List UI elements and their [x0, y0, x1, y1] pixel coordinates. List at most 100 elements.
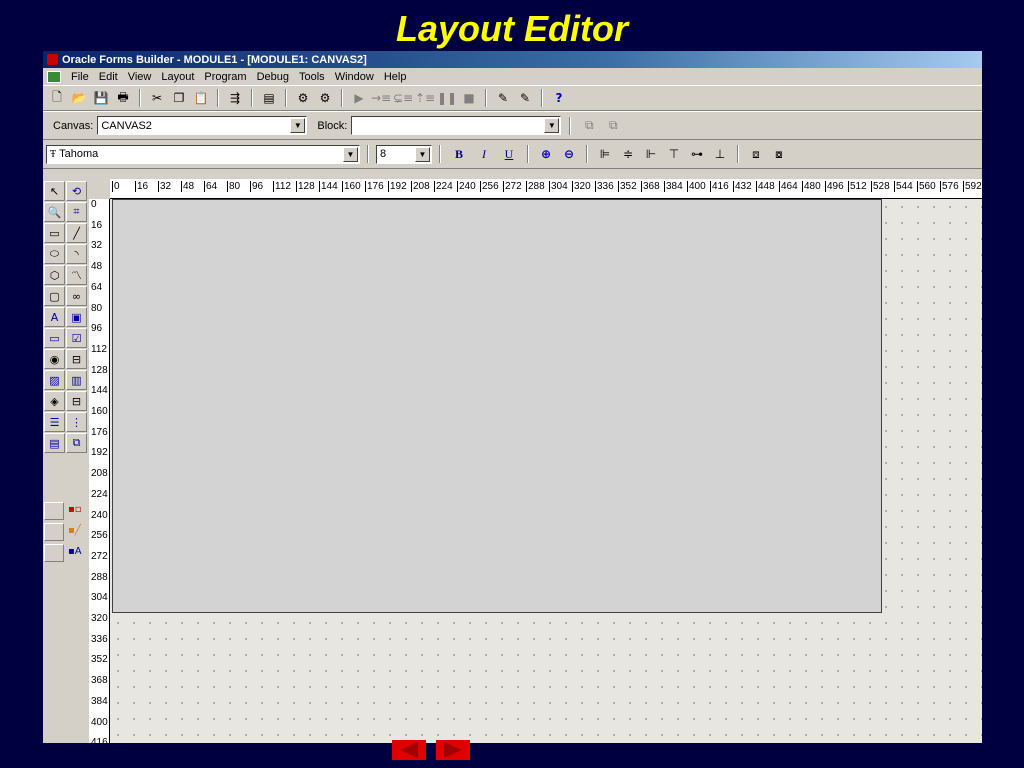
radio-button-tool-icon[interactable]: ◉: [44, 349, 65, 369]
text-tool-icon[interactable]: A: [44, 307, 65, 327]
send-to-back-icon[interactable]: ⧉: [603, 116, 623, 136]
h-ruler-tick: 480: [802, 181, 821, 192]
open-folder-icon[interactable]: 📂: [69, 88, 89, 108]
stop-icon[interactable]: ■: [459, 88, 479, 108]
reshape-tool-icon[interactable]: ⌗: [66, 202, 87, 222]
h-ruler-tick: 336: [595, 181, 614, 192]
window-titlebar[interactable]: Oracle Forms Builder - MODULE1 - [MODULE…: [43, 51, 982, 68]
display-item-tool-icon[interactable]: ⊟: [66, 391, 87, 411]
arc-tool-icon[interactable]: ◝: [66, 244, 87, 264]
tab-canvas-tool-icon[interactable]: ▤: [44, 433, 65, 453]
hierarchical-tree-tool-icon[interactable]: ⋮: [66, 412, 87, 432]
zoom-in-icon[interactable]: ⊕: [536, 144, 556, 164]
go-icon[interactable]: ▶: [349, 88, 369, 108]
zoom-out-icon[interactable]: ⊖: [559, 144, 579, 164]
line-tool-icon[interactable]: ╱: [66, 223, 87, 243]
italic-button[interactable]: I: [473, 147, 495, 162]
ole-container-tool-icon[interactable]: ◈: [44, 391, 65, 411]
menu-program[interactable]: Program: [200, 71, 252, 83]
menu-view[interactable]: View: [124, 71, 158, 83]
underline-button[interactable]: U: [498, 147, 520, 162]
chart-tool-icon[interactable]: ▥: [66, 370, 87, 390]
h-ruler-tick: 160: [342, 181, 361, 192]
fill-color-icon[interactable]: ▪▫: [68, 504, 86, 520]
chevron-down-icon[interactable]: ▼: [290, 118, 306, 133]
line-color-icon[interactable]: ▪╱: [68, 525, 86, 541]
chevron-down-icon[interactable]: ▼: [544, 118, 560, 133]
toolbar-separator: [139, 89, 141, 107]
debug-step-icon[interactable]: ⚙: [315, 88, 335, 108]
align-top-icon[interactable]: ⊤: [664, 144, 684, 164]
new-file-icon[interactable]: 🗋: [47, 88, 67, 108]
align-right-icon[interactable]: ⊩: [641, 144, 661, 164]
menu-help[interactable]: Help: [380, 71, 413, 83]
menu-file[interactable]: File: [67, 71, 95, 83]
help-icon[interactable]: ?: [549, 88, 569, 108]
button-tool-icon[interactable]: ▭: [44, 328, 65, 348]
chevron-down-icon[interactable]: ▼: [415, 146, 430, 162]
print-icon[interactable]: 🖶: [113, 88, 133, 108]
polygon-tool-icon[interactable]: ⬡: [44, 265, 65, 285]
save-icon[interactable]: 💾: [91, 88, 111, 108]
ungroup-icon[interactable]: ⧇: [769, 144, 789, 164]
rounded-rectangle-tool-icon[interactable]: ▢: [44, 286, 65, 306]
run-form-icon[interactable]: ▤: [259, 88, 279, 108]
menu-tools[interactable]: Tools: [295, 71, 331, 83]
chevron-down-icon[interactable]: ▼: [343, 146, 358, 162]
previous-slide-button[interactable]: [392, 740, 426, 760]
v-ruler-tick: 48: [91, 261, 103, 273]
toolbar-separator: [439, 145, 441, 163]
step-over-icon[interactable]: ⊊≡: [393, 88, 413, 108]
next-slide-button[interactable]: [436, 740, 470, 760]
image-tool-icon[interactable]: ▨: [44, 370, 65, 390]
copy-icon[interactable]: ❐: [169, 88, 189, 108]
layout-grid-area[interactable]: [110, 199, 982, 743]
rectangle-tool-icon[interactable]: ▭: [44, 223, 65, 243]
cut-icon[interactable]: ✂: [147, 88, 167, 108]
menu-edit[interactable]: Edit: [95, 71, 124, 83]
bold-button[interactable]: B: [448, 147, 470, 162]
h-ruler-tick: 32: [158, 181, 172, 192]
menu-layout[interactable]: Layout: [157, 71, 200, 83]
menu-window[interactable]: Window: [331, 71, 380, 83]
ellipse-tool-icon[interactable]: ⬭: [44, 244, 65, 264]
pause-icon[interactable]: ❚❚: [437, 88, 457, 108]
step-out-icon[interactable]: ⇡≡: [415, 88, 435, 108]
select-tool-icon[interactable]: ↖: [44, 181, 65, 201]
group-icon[interactable]: ⧈: [746, 144, 766, 164]
menu-debug[interactable]: Debug: [253, 71, 295, 83]
align-left-icon[interactable]: ⊫: [595, 144, 615, 164]
font-name-select[interactable]: Ŧ Tahoma ▼: [46, 144, 360, 164]
align-middle-icon[interactable]: ⊶: [687, 144, 707, 164]
step-into-icon[interactable]: →≡: [371, 88, 391, 108]
text-color-icon[interactable]: ▪A: [68, 546, 86, 562]
stacked-canvas-tool-icon[interactable]: ⧉: [66, 433, 87, 453]
rotate-tool-icon[interactable]: ⟲: [66, 181, 87, 201]
list-item-tool-icon[interactable]: ☰: [44, 412, 65, 432]
font-size-select[interactable]: 8 ▼: [376, 144, 432, 164]
frame-tool-icon[interactable]: ▣: [66, 307, 87, 327]
debug-run-icon[interactable]: ⚙: [293, 88, 313, 108]
h-ruler-tick: 144: [319, 181, 338, 192]
fill-color-swatch[interactable]: [44, 502, 64, 520]
checkbox-tool-icon[interactable]: ☑: [66, 328, 87, 348]
v-ruler-tick: 64: [91, 281, 103, 293]
compile-icon[interactable]: ⇶: [225, 88, 245, 108]
freehand-tool-icon[interactable]: ∞: [66, 286, 87, 306]
text-color-swatch[interactable]: [44, 544, 64, 562]
document-menu-icon[interactable]: [47, 70, 61, 83]
text-item-tool-icon[interactable]: ⊟: [66, 349, 87, 369]
canvas2-surface[interactable]: [112, 199, 882, 613]
line-color-swatch[interactable]: [44, 523, 64, 541]
magnify-tool-icon[interactable]: 🔍: [44, 202, 65, 222]
align-center-icon[interactable]: ≑: [618, 144, 638, 164]
polyline-tool-icon[interactable]: 〽: [66, 265, 87, 285]
align-bottom-icon[interactable]: ⊥: [710, 144, 730, 164]
bring-to-front-icon[interactable]: ⧉: [579, 116, 599, 136]
paste-icon[interactable]: 📋: [191, 88, 211, 108]
h-ruler-tick: 400: [687, 181, 706, 192]
wizard-icon[interactable]: ✎: [493, 88, 513, 108]
canvas-select[interactable]: CANVAS2 ▼: [97, 116, 308, 135]
block-select[interactable]: ▼: [351, 116, 562, 135]
reentrant-wizard-icon[interactable]: ✎: [515, 88, 535, 108]
